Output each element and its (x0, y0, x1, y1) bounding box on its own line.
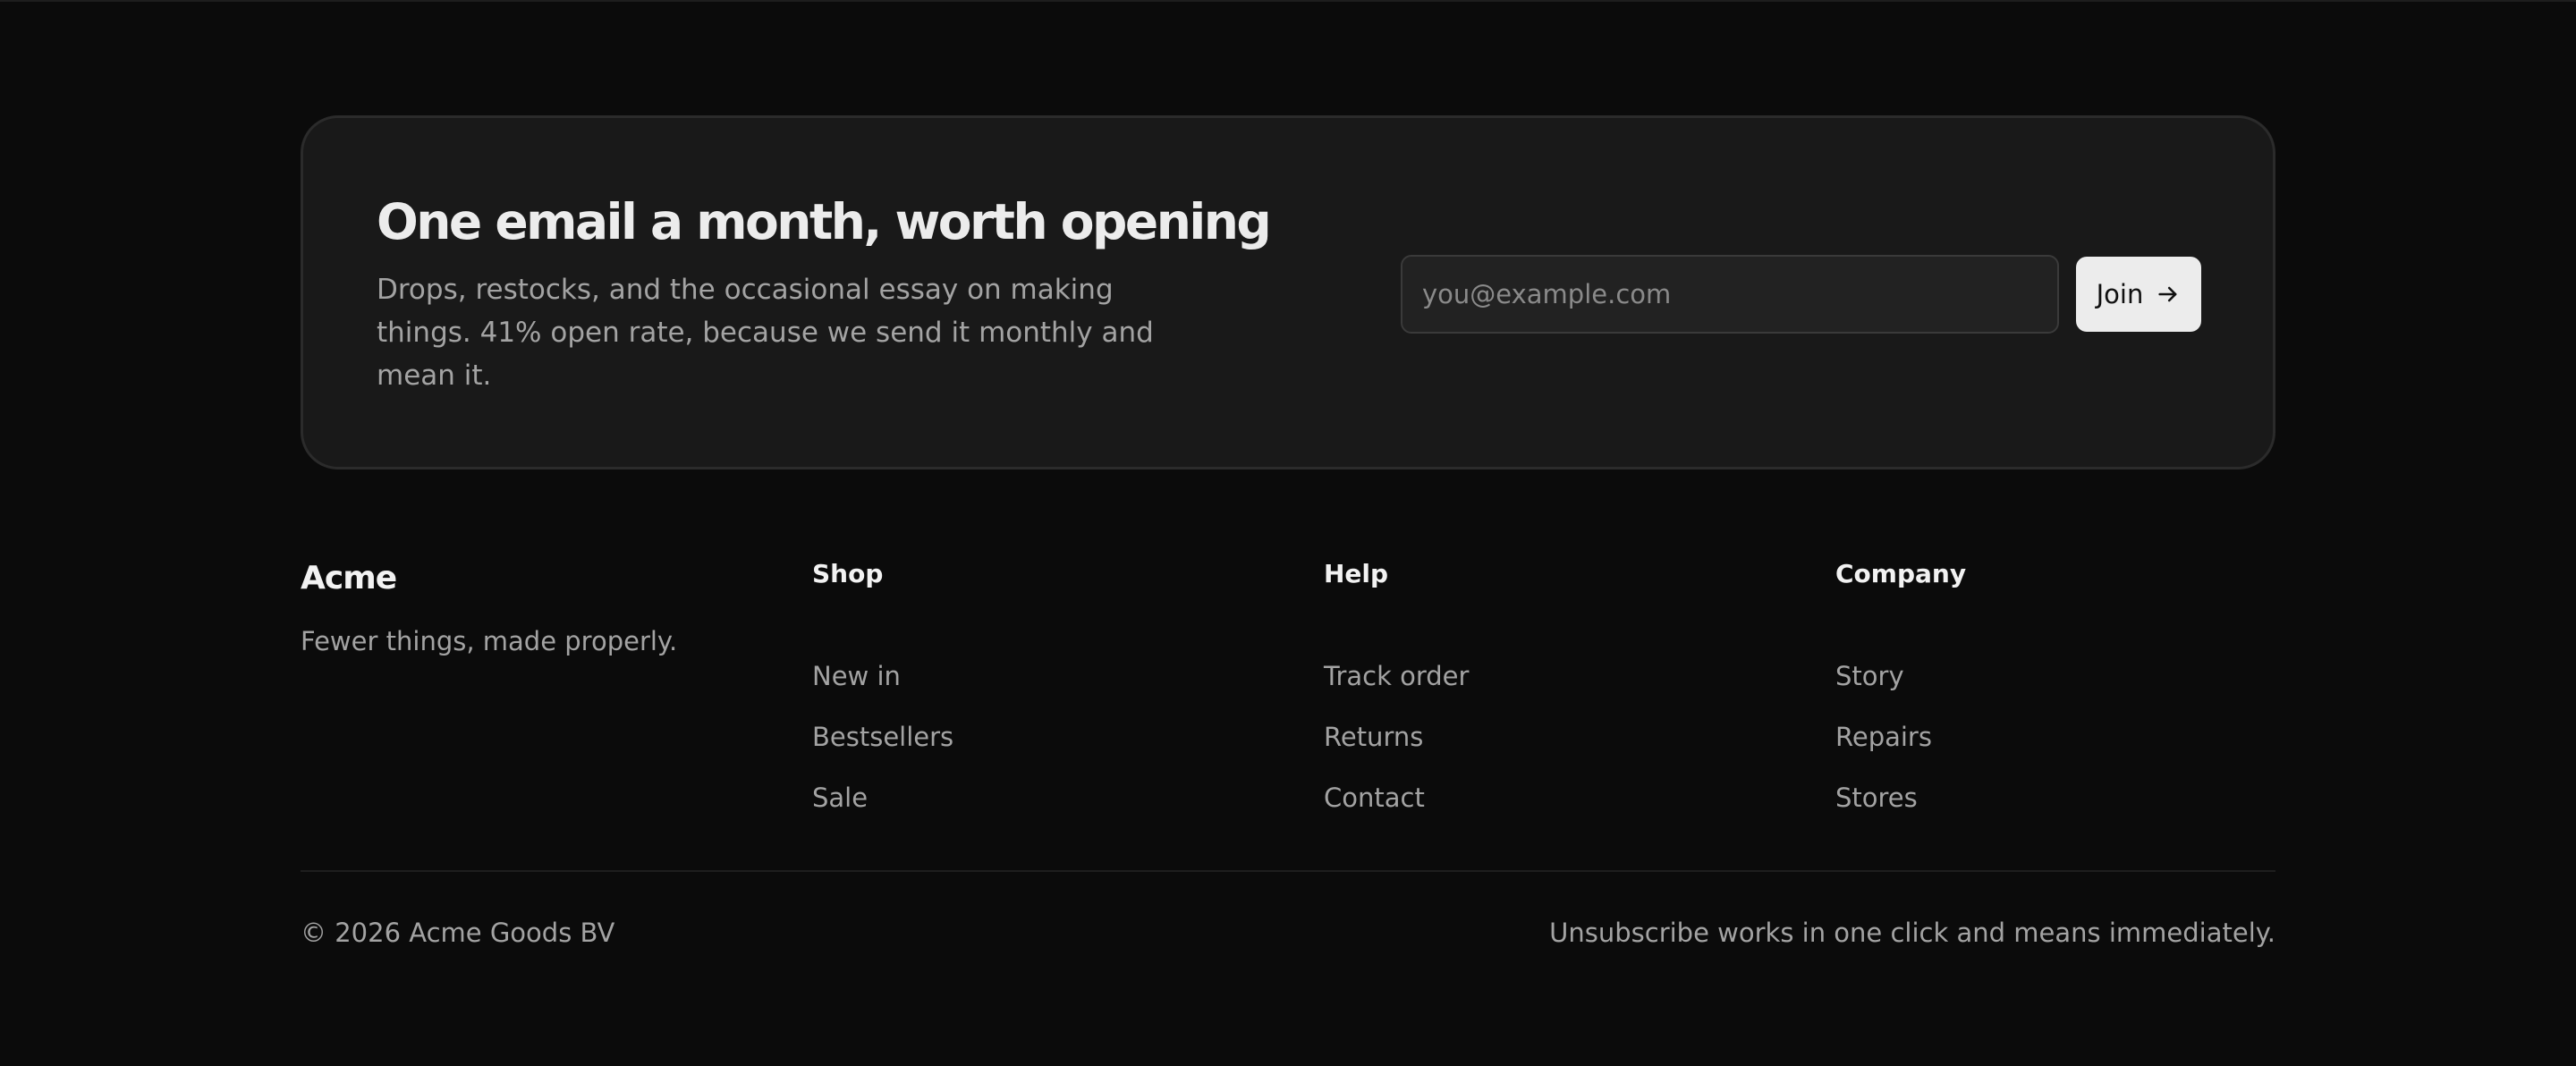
footer-column-shop: Shop New in Bestsellers Sale (812, 558, 1241, 813)
arrow-right-icon (2156, 282, 2181, 307)
newsletter-card: One email a month, worth opening Drops, … (301, 115, 2275, 470)
email-input[interactable] (1401, 255, 2059, 334)
footer-link-track-order[interactable]: Track order (1324, 658, 1469, 694)
brand-name: Acme (301, 560, 397, 596)
footer-link-sale[interactable]: Sale (812, 780, 868, 816)
join-button[interactable]: Join (2076, 257, 2201, 332)
footer-column-help: Help Track order Returns Contact (1324, 558, 1753, 813)
footer-heading-company: Company (1835, 559, 1967, 588)
footer-link-repairs[interactable]: Repairs (1835, 719, 1932, 755)
newsletter-title: One email a month, worth opening (377, 193, 1272, 250)
page: One email a month, worth opening Drops, … (0, 0, 2576, 1066)
footer-heading-help: Help (1324, 559, 1389, 588)
footer-divider (301, 870, 2275, 872)
join-button-label: Join (2096, 279, 2144, 309)
footer-link-story[interactable]: Story (1835, 658, 1904, 694)
footer-link-bestsellers[interactable]: Bestsellers (812, 719, 953, 755)
newsletter-description: Drops, restocks, and the occasional essa… (377, 274, 1154, 392)
unsubscribe-note: Unsubscribe works in one click and means… (1549, 918, 2275, 948)
footer-link-stores[interactable]: Stores (1835, 780, 1918, 816)
footer-heading-shop: Shop (812, 559, 884, 588)
copyright-text: © 2026 Acme Goods BV (301, 918, 615, 948)
footer-column-company: Company Story Repairs Stores (1835, 558, 2265, 813)
footer-link-returns[interactable]: Returns (1324, 719, 1423, 755)
brand-tagline: Fewer things, made properly. (301, 626, 678, 656)
footer-link-contact[interactable]: Contact (1324, 780, 1425, 816)
top-divider (0, 0, 2576, 2)
footer-link-new-in[interactable]: New in (812, 658, 901, 694)
